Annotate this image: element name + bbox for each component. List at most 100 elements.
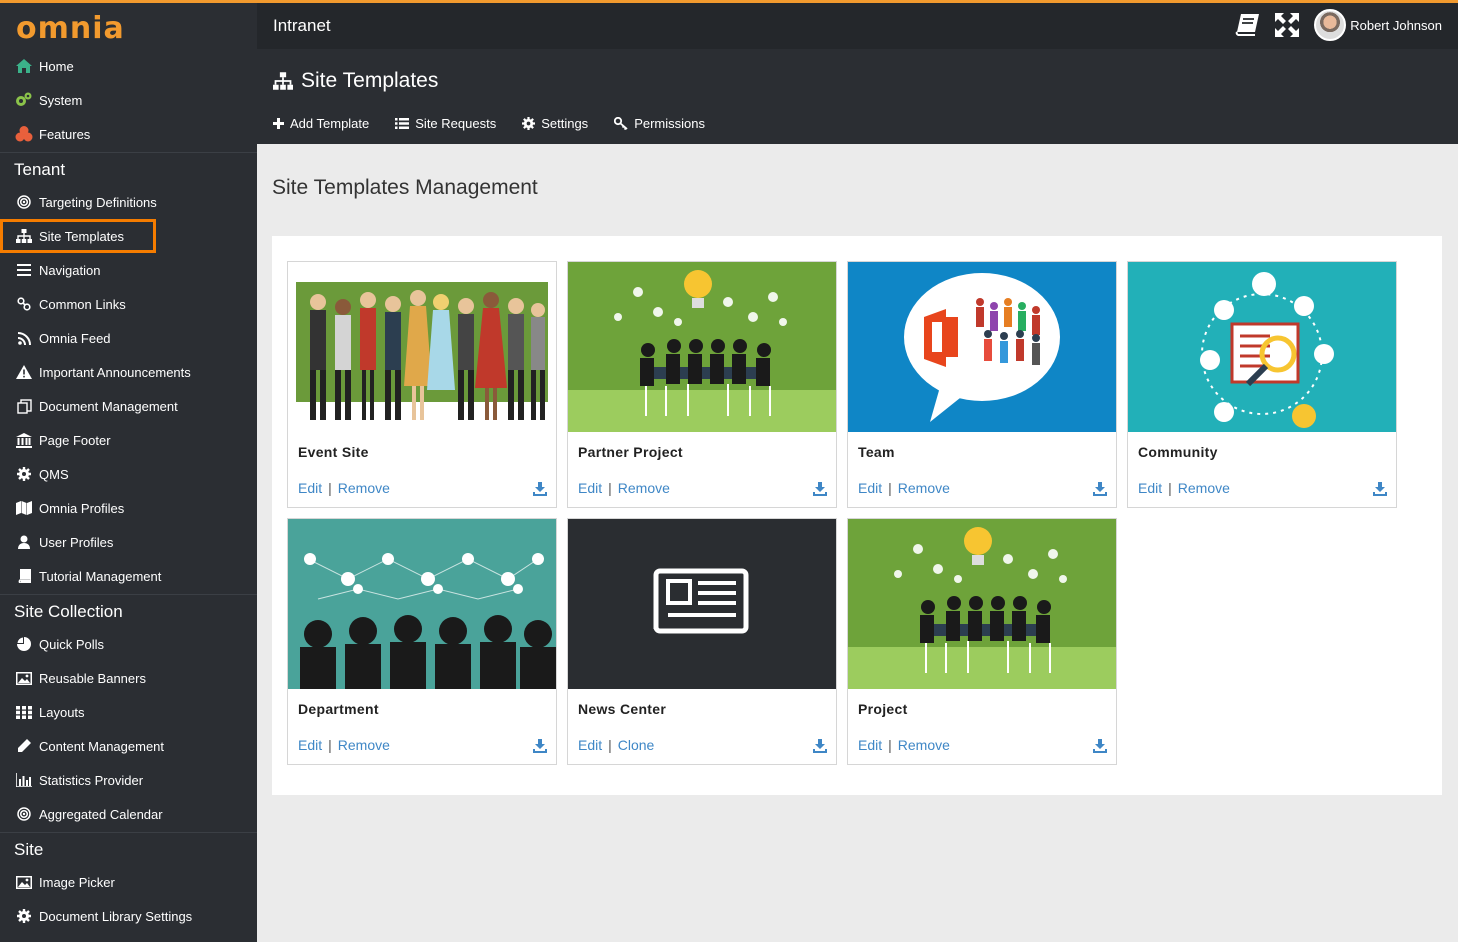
template-card-partner-project: Partner Project Edit | Remove [567, 261, 837, 508]
plus-icon [273, 118, 284, 129]
template-card-community: Community Edit | Remove [1127, 261, 1397, 508]
sidebar-item-omnia-profiles[interactable]: Omnia Profiles [0, 491, 257, 525]
edit-link[interactable]: Edit [858, 480, 882, 496]
edit-link[interactable]: Edit [1138, 480, 1162, 496]
edit-link[interactable]: Edit [578, 480, 602, 496]
template-image[interactable] [288, 262, 556, 432]
download-icon[interactable] [813, 482, 827, 496]
remove-link[interactable]: Remove [898, 480, 950, 496]
template-image[interactable] [568, 262, 836, 432]
section-site-collection: Site Collection [0, 594, 257, 628]
sidebar-item-statistics-provider[interactable]: Statistics Provider [0, 763, 257, 797]
warning-icon [15, 364, 33, 380]
pie-chart-icon [15, 636, 33, 652]
sidebar-item-content-management[interactable]: Content Management [0, 729, 257, 763]
fullscreen-icon[interactable] [1274, 12, 1300, 38]
gear-icon [522, 117, 536, 130]
permissions-button[interactable]: Permissions [614, 116, 705, 131]
remove-link[interactable]: Remove [618, 480, 670, 496]
sidebar-item-image-picker[interactable]: Image Picker [0, 865, 257, 899]
sidebar-item-common-links[interactable]: Common Links [0, 287, 257, 321]
main-content: Site Templates Management Event Site Edi… [257, 144, 1458, 942]
sidebar-item-home[interactable]: Home [0, 49, 257, 83]
template-image[interactable] [848, 519, 1116, 689]
grid-icon [15, 704, 33, 720]
template-image[interactable] [1128, 262, 1396, 432]
remove-link[interactable]: Remove [338, 480, 390, 496]
template-image[interactable] [288, 519, 556, 689]
template-actions: Edit | Remove [858, 737, 950, 753]
edit-link[interactable]: Edit [578, 737, 602, 753]
page-header: Site Templates Add Template Site Request… [257, 49, 1458, 144]
sidebar-item-important-announcements[interactable]: Important Announcements [0, 355, 257, 389]
avatar[interactable] [1314, 9, 1347, 41]
edit-link[interactable]: Edit [858, 737, 882, 753]
download-icon[interactable] [533, 482, 547, 496]
template-name: Project [858, 701, 908, 717]
template-card-news-center: News Center Edit | Clone [567, 518, 837, 765]
sitemap-icon [273, 72, 293, 90]
brand-title[interactable]: Intranet [273, 16, 331, 36]
sidebar-item-tutorial-management[interactable]: Tutorial Management [0, 559, 257, 593]
sidebar-item-omnia-feed[interactable]: Omnia Feed [0, 321, 257, 355]
documents-icon [15, 398, 33, 414]
sidebar-item-quick-polls[interactable]: Quick Polls [0, 627, 257, 661]
download-icon[interactable] [1093, 739, 1107, 753]
sidebar-item-navigation[interactable]: Navigation [0, 253, 257, 287]
section-title: Site Templates Management [272, 176, 538, 199]
template-name: Department [298, 701, 379, 717]
edit-link[interactable]: Edit [298, 737, 322, 753]
sidebar-item-user-profiles[interactable]: User Profiles [0, 525, 257, 559]
template-actions: Edit | Remove [858, 480, 950, 496]
puzzle-icon [15, 126, 33, 142]
edit-link[interactable]: Edit [298, 480, 322, 496]
template-actions: Edit | Remove [298, 480, 390, 496]
sidebar-item-reusable-banners[interactable]: Reusable Banners [0, 661, 257, 695]
bar-chart-icon [15, 772, 33, 788]
toolbar: Add Template Site Requests Settings Perm… [273, 116, 731, 131]
sidebar-item-document-library-settings[interactable]: Document Library Settings [0, 899, 257, 933]
sidebar-item-aggregated-calendar[interactable]: Aggregated Calendar [0, 797, 257, 831]
separator: | [328, 737, 332, 753]
target-icon [15, 194, 33, 210]
template-image[interactable] [568, 519, 836, 689]
sidebar-item-targeting-definitions[interactable]: Targeting Definitions [0, 185, 257, 219]
template-name: Event Site [298, 444, 369, 460]
link-icon [15, 296, 33, 312]
settings-button[interactable]: Settings [522, 116, 588, 131]
site-requests-button[interactable]: Site Requests [395, 116, 496, 131]
template-actions: Edit | Clone [578, 737, 654, 753]
sidebar-item-page-footer[interactable]: Page Footer [0, 423, 257, 457]
sidebar-item-features[interactable]: Features [0, 117, 257, 151]
separator: | [1168, 480, 1172, 496]
omnia-logo[interactable]: omnia [16, 11, 125, 46]
user-area: Robert Johnson [1234, 9, 1442, 41]
add-template-button[interactable]: Add Template [273, 116, 369, 131]
remove-link[interactable]: Remove [1178, 480, 1230, 496]
rss-icon [15, 330, 33, 346]
key-icon [614, 117, 628, 130]
top-bar: Intranet Robert Johnson [257, 3, 1458, 49]
download-icon[interactable] [813, 739, 827, 753]
bank-icon [15, 432, 33, 448]
clone-link[interactable]: Clone [618, 737, 655, 753]
download-icon[interactable] [533, 739, 547, 753]
remove-link[interactable]: Remove [898, 737, 950, 753]
sidebar-item-layouts[interactable]: Layouts [0, 695, 257, 729]
sidebar-item-qms[interactable]: QMS [0, 457, 257, 491]
page-title: Site Templates [273, 69, 438, 93]
tutorial-book-icon[interactable] [1234, 12, 1260, 38]
templates-panel: Event Site Edit | Remove Partner Project [272, 236, 1442, 795]
sidebar-item-system[interactable]: System [0, 83, 257, 117]
sidebar-item-document-management[interactable]: Document Management [0, 389, 257, 423]
sidebar: omnia Home System Features Tenant Target… [0, 3, 257, 942]
remove-link[interactable]: Remove [338, 737, 390, 753]
user-name[interactable]: Robert Johnson [1350, 18, 1442, 33]
download-icon[interactable] [1093, 482, 1107, 496]
template-card-department: Department Edit | Remove [287, 518, 557, 765]
gear-icon [15, 466, 33, 482]
template-name: Team [858, 444, 895, 460]
download-icon[interactable] [1373, 482, 1387, 496]
sidebar-item-site-templates[interactable]: Site Templates [0, 219, 156, 253]
template-image[interactable] [848, 262, 1116, 432]
